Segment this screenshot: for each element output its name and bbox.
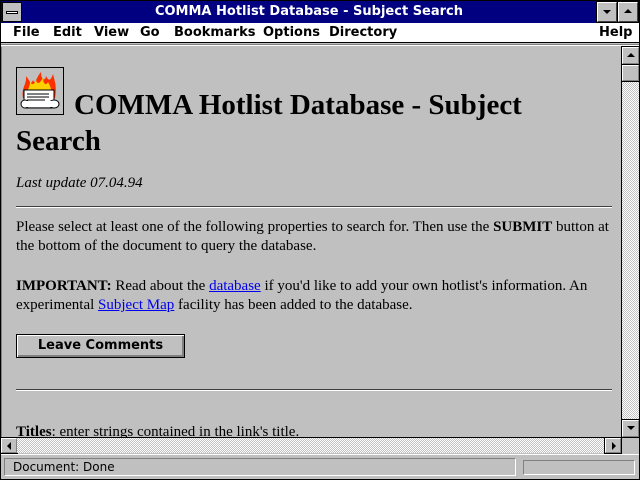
- titles-description: : enter strings contained in the link's …: [51, 424, 300, 437]
- menu-view[interactable]: View: [94, 25, 129, 40]
- arrow-right-icon: [612, 442, 616, 450]
- menu-edit[interactable]: Edit: [53, 25, 82, 40]
- menu-options[interactable]: Options: [263, 25, 320, 40]
- menu-directory[interactable]: Directory: [329, 25, 397, 40]
- submit-keyword: SUBMIT: [493, 219, 553, 235]
- heading-line-2: Search: [16, 125, 101, 157]
- vertical-scroll-thumb[interactable]: [621, 64, 640, 82]
- menu-file[interactable]: File: [13, 25, 40, 40]
- scrollbar-corner: [621, 437, 639, 453]
- important-text-end: facility has been added to the database.: [174, 297, 413, 313]
- important-paragraph: IMPORTANT: Read about the database if yo…: [16, 277, 612, 315]
- vertical-scroll-track[interactable]: [622, 64, 639, 420]
- database-link[interactable]: database: [209, 278, 261, 294]
- horizontal-scrollbar[interactable]: [0, 437, 622, 454]
- divider: [16, 206, 612, 208]
- menu-go[interactable]: Go: [140, 25, 160, 40]
- scroll-up-button[interactable]: [621, 46, 640, 65]
- arrow-down-icon: [627, 426, 635, 430]
- minimize-button[interactable]: [596, 1, 618, 23]
- progress-indicator: [523, 460, 635, 475]
- maximize-icon: [624, 9, 632, 13]
- menu-help[interactable]: Help: [599, 25, 632, 40]
- system-menu-icon[interactable]: [2, 2, 22, 22]
- menu-bar: File Edit View Go Bookmarks Options Dire…: [1, 23, 639, 43]
- status-text: Document: Done: [4, 458, 516, 476]
- subject-map-link[interactable]: Subject Map: [98, 297, 174, 313]
- arrow-up-icon: [627, 53, 635, 57]
- titles-field-label: Titles: enter strings contained in the l…: [16, 423, 612, 437]
- important-label: IMPORTANT:: [16, 278, 112, 294]
- titles-label: Titles: [16, 424, 52, 437]
- browser-window: COMMA Hotlist Database - Subject Search …: [0, 0, 640, 480]
- vertical-scrollbar[interactable]: [621, 46, 640, 438]
- intro-paragraph: Please select at least one of the follow…: [16, 218, 612, 256]
- status-bar: Document: Done: [1, 454, 639, 479]
- heading-line-1: COMMA Hotlist Database - Subject: [74, 89, 522, 121]
- minimize-icon: [603, 10, 611, 14]
- menu-bookmarks[interactable]: Bookmarks: [174, 25, 256, 40]
- page-heading: COMMA Hotlist Database - Subject Search: [16, 87, 612, 159]
- window-title: COMMA Hotlist Database - Subject Search: [154, 4, 464, 19]
- document-view[interactable]: COMMA Hotlist Database - Subject Search …: [1, 47, 621, 437]
- arrow-left-icon: [7, 442, 11, 450]
- important-text: Read about the: [111, 278, 210, 294]
- divider: [16, 389, 612, 391]
- title-bar: COMMA Hotlist Database - Subject Search: [1, 1, 639, 23]
- scroll-right-button[interactable]: [604, 437, 622, 454]
- scroll-down-button[interactable]: [621, 419, 640, 438]
- maximize-button[interactable]: [617, 1, 639, 23]
- horizontal-scroll-track[interactable]: [17, 438, 605, 453]
- leave-comments-button[interactable]: Leave Comments: [16, 334, 185, 358]
- menu-separator: [1, 44, 639, 46]
- last-update: Last update 07.04.94: [16, 175, 143, 191]
- scroll-left-button[interactable]: [0, 437, 18, 454]
- intro-text: Please select at least one of the follow…: [16, 219, 494, 235]
